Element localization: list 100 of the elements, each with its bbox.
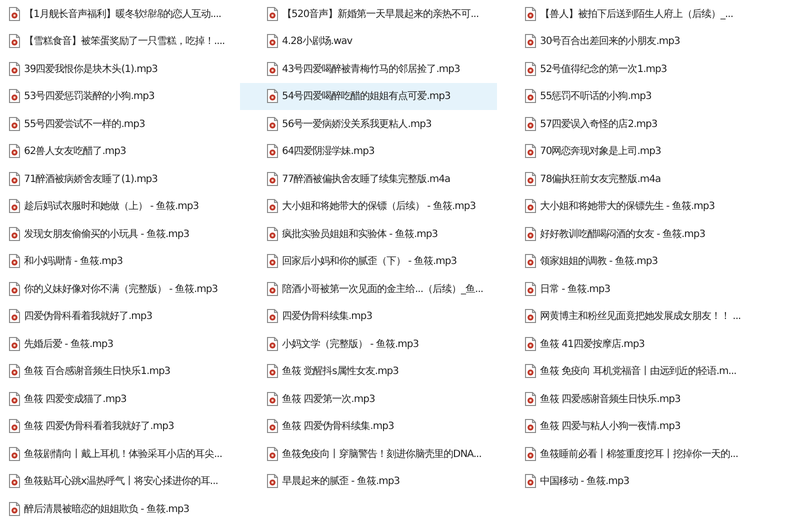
- audio-file-icon: [9, 144, 20, 158]
- file-item[interactable]: 好好教训吃醋喝闷酒的女友 - 鱼筱.mp3: [497, 220, 797, 248]
- file-item[interactable]: 回家后小妈和你的腻歪（下） - 鱼筱.mp3: [240, 248, 497, 275]
- file-name: 鱼筱贴耳心跳x温热呼气丨将安心揉进你的耳...: [24, 474, 218, 488]
- audio-file-icon: [267, 309, 278, 324]
- file-name: 发现女朋友偷偷买的小玩具 - 鱼筱.mp3: [24, 228, 190, 241]
- audio-file-icon: [267, 226, 278, 241]
- file-item[interactable]: 52号值得纪念的第一次1.mp3: [497, 55, 797, 82]
- file-name: 62兽人女友吃醋了.mp3: [24, 144, 126, 158]
- file-name: 大小姐和将她带大的保镖先生 - 鱼筱.mp3: [540, 200, 715, 214]
- file-item[interactable]: 鱼筱剧情向丨戴上耳机！体验采耳小店的耳尖...: [0, 440, 240, 468]
- file-item[interactable]: 鱼筱贴耳心跳x温热呼气丨将安心揉进你的耳...: [0, 468, 240, 495]
- file-item[interactable]: 【1月舰长音声福利】暖冬软绵绵的恋人互动....: [0, 0, 240, 28]
- file-name: 鱼筱睡前必看丨棉签重度挖耳丨挖掉你一天的...: [540, 448, 738, 461]
- audio-file-icon: [9, 446, 20, 461]
- file-item[interactable]: 【雪糕食音】被笨蛋奖励了一只雪糕，吃掉！....: [0, 28, 240, 55]
- file-item[interactable]: 54号四爱喝醉吃醋的姐姐有点可爱.mp3: [240, 82, 497, 110]
- file-item[interactable]: 53号四爱惩罚装醉的小狗.mp3: [0, 82, 240, 110]
- file-item[interactable]: 鱼筱 四爱感谢音频生日快乐.mp3: [497, 385, 797, 412]
- file-item[interactable]: 鱼筱 41四爱按摩店.mp3: [497, 330, 797, 358]
- file-name: 71醉酒被病娇舍友睡了(1).mp3: [24, 172, 158, 186]
- file-item[interactable]: 30号百合出差回来的小朋友.mp3: [497, 28, 797, 55]
- audio-file-icon: [9, 336, 20, 351]
- audio-file-icon: [267, 89, 278, 104]
- audio-file-icon: [525, 89, 536, 104]
- audio-file-icon: [267, 34, 278, 48]
- file-item[interactable]: 趁后妈试衣服时和她做（上） - 鱼筱.mp3: [0, 192, 240, 220]
- file-item[interactable]: 39四爱我恨你是块木头(1).mp3: [0, 55, 240, 82]
- file-name: 56号一爱病娇没关系我更粘人.mp3: [282, 118, 432, 131]
- file-item[interactable]: 疯批实验员姐姐和实验体 - 鱼筱.mp3: [240, 220, 497, 248]
- file-name: 回家后小妈和你的腻歪（下） - 鱼筱.mp3: [282, 254, 457, 268]
- file-item[interactable]: 四爱伪骨科看着我就好了.mp3: [0, 302, 240, 330]
- audio-file-icon: [9, 282, 20, 296]
- file-name: 先婚后爱 - 鱼筱.mp3: [24, 338, 114, 351]
- file-name: 鱼筱 四爱变成猫了.mp3: [24, 392, 126, 406]
- file-item[interactable]: 先婚后爱 - 鱼筱.mp3: [0, 330, 240, 358]
- file-item[interactable]: 43号四爱喝醉被青梅竹马的邻居捡了.mp3: [240, 55, 497, 82]
- audio-file-icon: [9, 89, 20, 104]
- file-item[interactable]: 早晨起来的腻歪 - 鱼筱.mp3: [240, 468, 497, 495]
- file-item[interactable]: 和小妈调情 - 鱼筱.mp3: [0, 248, 240, 275]
- file-item[interactable]: 小妈文学（完整版） - 鱼筱.mp3: [240, 330, 497, 358]
- file-name: 鱼筱 四爱感谢音频生日快乐.mp3: [540, 392, 680, 406]
- file-item[interactable]: 鱼筱免疫向丨穿脑警告！刻进你脑壳里的DNA...: [240, 440, 497, 468]
- file-name: 疯批实验员姐姐和实验体 - 鱼筱.mp3: [282, 228, 438, 241]
- file-name: 和小妈调情 - 鱼筱.mp3: [24, 254, 123, 268]
- audio-file-icon: [267, 392, 278, 406]
- file-item[interactable]: 四爱伪骨科续集.mp3: [240, 302, 497, 330]
- file-item[interactable]: 77醉酒被偏执舍友睡了续集完整版.m4a: [240, 165, 497, 192]
- audio-file-icon: [267, 419, 278, 434]
- audio-file-icon: [525, 282, 536, 296]
- audio-file-icon: [9, 199, 20, 214]
- audio-file-icon: [267, 474, 278, 488]
- audio-file-icon: [525, 309, 536, 324]
- file-item[interactable]: 鱼筱睡前必看丨棉签重度挖耳丨挖掉你一天的...: [497, 440, 797, 468]
- file-item[interactable]: 【520音声】新婚第一天早晨起来的亲热不可...: [240, 0, 497, 28]
- file-name: 大小姐和将她带大的保镖（后续） - 鱼筱.mp3: [282, 200, 476, 214]
- file-item[interactable]: 大小姐和将她带大的保镖（后续） - 鱼筱.mp3: [240, 192, 497, 220]
- file-item[interactable]: 日常 - 鱼筱.mp3: [497, 275, 797, 302]
- file-item[interactable]: 鱼筱 四爱伪骨科续集.mp3: [240, 412, 497, 440]
- file-name: 54号四爱喝醉吃醋的姐姐有点可爱.mp3: [282, 90, 450, 104]
- file-name: 小妈文学（完整版） - 鱼筱.mp3: [282, 338, 419, 351]
- file-item[interactable]: 【兽人】被拍下后送到陌生人府上（后续）_...: [497, 0, 797, 28]
- file-item[interactable]: 鱼筱 百合感谢音频生日快乐1.mp3: [0, 358, 240, 385]
- file-item[interactable]: 55惩罚不听话的小狗.mp3: [497, 82, 797, 110]
- file-item[interactable]: 鱼筱 觉醒抖s属性女友.mp3: [240, 358, 497, 385]
- audio-file-icon: [9, 172, 20, 186]
- audio-file-icon: [267, 62, 278, 76]
- file-item[interactable]: 陪酒小哥被第一次见面的金主给...（后续）_鱼...: [240, 275, 497, 302]
- file-item[interactable]: 62兽人女友吃醋了.mp3: [0, 138, 240, 165]
- file-item[interactable]: 网黄博主和粉丝见面竟把她发展成女朋友！！ ...: [497, 302, 797, 330]
- file-item[interactable]: 鱼筱 四爱与粘人小狗一夜情.mp3: [497, 412, 797, 440]
- file-item[interactable]: 57四爱误入奇怪的店2.mp3: [497, 110, 797, 138]
- file-item[interactable]: 鱼筱 四爱变成猫了.mp3: [0, 385, 240, 412]
- file-item[interactable]: 55号四爱尝试不一样的.mp3: [0, 110, 240, 138]
- audio-file-icon: [9, 6, 20, 21]
- file-item[interactable]: 56号一爱病娇没关系我更粘人.mp3: [240, 110, 497, 138]
- audio-file-icon: [267, 364, 278, 378]
- file-item[interactable]: 醉后清晨被暗恋的姐姐欺负 - 鱼筱.mp3: [0, 495, 240, 522]
- file-item[interactable]: 78偏执狂前女友完整版.m4a: [497, 165, 797, 192]
- audio-file-icon: [9, 364, 20, 378]
- file-item[interactable]: 64四爱阴湿学妹.mp3: [240, 138, 497, 165]
- audio-file-icon: [525, 336, 536, 351]
- file-item[interactable]: 大小姐和将她带大的保镖先生 - 鱼筱.mp3: [497, 192, 797, 220]
- file-item[interactable]: 发现女朋友偷偷买的小玩具 - 鱼筱.mp3: [0, 220, 240, 248]
- file-name: 鱼筱 觉醒抖s属性女友.mp3: [282, 364, 399, 378]
- file-item[interactable]: 鱼筱 免疫向 耳机党福音丨由远到近的轻语.m...: [497, 358, 797, 385]
- file-name: 趁后妈试衣服时和她做（上） - 鱼筱.mp3: [24, 200, 199, 214]
- file-item[interactable]: 领家姐姐的调教 - 鱼筱.mp3: [497, 248, 797, 275]
- file-name: 43号四爱喝醉被青梅竹马的邻居捡了.mp3: [282, 62, 460, 76]
- file-item[interactable]: 鱼筱 四爱第一次.mp3: [240, 385, 497, 412]
- file-name: 鱼筱 四爱伪骨科看着我就好了.mp3: [24, 420, 174, 434]
- audio-file-icon: [9, 34, 20, 48]
- file-item[interactable]: 中国移动 - 鱼筱.mp3: [497, 468, 797, 495]
- file-item[interactable]: 你的义妹好像对你不满（完整版） - 鱼筱.mp3: [0, 275, 240, 302]
- file-name: 【1月舰长音声福利】暖冬软绵绵的恋人互动....: [24, 8, 222, 21]
- file-item[interactable]: 71醉酒被病娇舍友睡了(1).mp3: [0, 165, 240, 192]
- audio-file-icon: [525, 392, 536, 406]
- file-item[interactable]: 4.28小剧场.wav: [240, 28, 497, 55]
- file-item[interactable]: 70网恋奔现对象是上司.mp3: [497, 138, 797, 165]
- file-item[interactable]: 鱼筱 四爱伪骨科看着我就好了.mp3: [0, 412, 240, 440]
